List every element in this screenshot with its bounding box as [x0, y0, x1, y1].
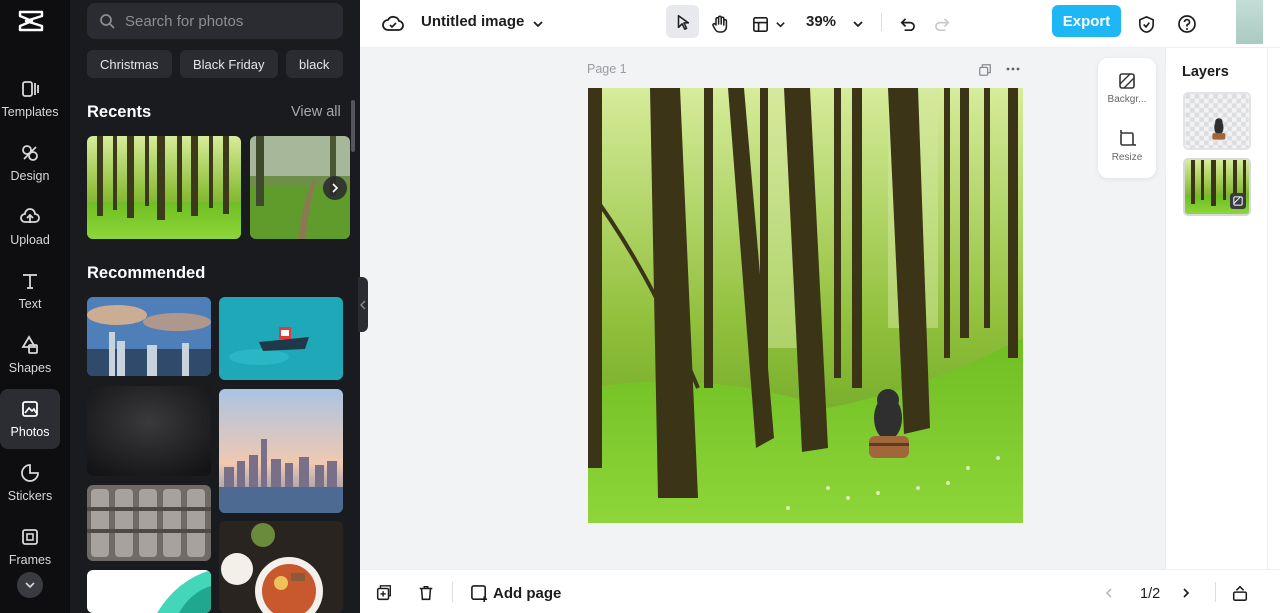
chevron-left-icon [360, 300, 366, 309]
rail-label-templates: Templates [1, 105, 59, 119]
duplicate-page-icon[interactable] [973, 58, 997, 82]
delete-page-icon[interactable] [415, 582, 437, 604]
rail-label-upload: Upload [10, 233, 50, 247]
layers-title: Layers [1182, 64, 1229, 80]
chip-black[interactable]: black [286, 50, 343, 78]
photo-dark-texture[interactable] [87, 386, 211, 476]
title-menu-chevron-icon[interactable] [526, 12, 550, 36]
recommended-title: Recommended [87, 264, 206, 282]
help-icon[interactable] [1175, 12, 1199, 36]
zoom-chevron-down-icon[interactable] [846, 12, 870, 36]
page-manager-icon[interactable] [1229, 582, 1251, 604]
avatar[interactable] [1236, 0, 1263, 44]
recent-photo-forest[interactable] [87, 136, 241, 239]
templates-icon [22, 81, 39, 97]
shield-icon[interactable] [1134, 12, 1158, 36]
canvas-image-forest[interactable] [588, 88, 1023, 523]
photo-boat-sea[interactable] [219, 297, 343, 380]
bottom-divider [452, 582, 453, 602]
text-icon [23, 274, 37, 289]
photo-teal-abstract[interactable] [87, 570, 211, 613]
design-icon [22, 145, 38, 161]
canvas-float-tools: Backgr... Resize [1098, 58, 1156, 178]
add-page-below-icon[interactable] [373, 582, 395, 604]
cloud-save-icon[interactable] [381, 12, 405, 36]
select-tool-button[interactable] [666, 5, 699, 38]
page-label: Page 1 [587, 62, 627, 76]
left-rail: Templates Design Upload Text Shapes Phot… [0, 0, 70, 613]
cursor-icon [677, 14, 689, 30]
background-icon [1119, 73, 1135, 89]
rail-label-frames: Frames [8, 553, 52, 567]
recents-title: Recents [87, 103, 152, 121]
panel-collapse-button[interactable] [358, 277, 368, 332]
resize-tool-label: Resize [1111, 152, 1143, 163]
rail-label-shapes: Shapes [8, 361, 52, 375]
rail-item-frames[interactable]: Frames [0, 517, 60, 577]
chip-christmas[interactable]: Christmas [87, 50, 172, 78]
rail-item-templates[interactable]: Templates [0, 69, 60, 129]
layers-panel: Layers [1165, 48, 1267, 569]
zoom-level[interactable]: 39% [806, 13, 836, 30]
capcut-logo[interactable] [17, 8, 45, 34]
layer-person-cutout[interactable] [1183, 92, 1251, 150]
recents-next-button[interactable] [323, 176, 347, 200]
layout-chevron-down-icon[interactable] [768, 12, 792, 36]
search-input[interactable]: Search for photos [87, 3, 343, 39]
export-button[interactable]: Export [1052, 5, 1121, 37]
more-options-icon[interactable] [1001, 57, 1025, 81]
frames-icon [22, 529, 38, 545]
panel-scrollbar[interactable] [351, 100, 355, 152]
hand-tool-icon[interactable] [708, 12, 732, 36]
background-tool-label: Backgr... [1107, 94, 1147, 105]
toolbar-divider [881, 13, 882, 31]
next-page-icon[interactable] [1175, 582, 1197, 604]
search-placeholder: Search for photos [125, 12, 244, 30]
right-edge-panel [1267, 48, 1280, 569]
photo-temple-carving[interactable] [87, 485, 211, 561]
view-all-link[interactable]: View all [291, 104, 341, 120]
photo-city-sunset[interactable] [87, 297, 211, 376]
rail-label-text: Text [18, 297, 42, 311]
bottom-toolbar: Add page 1/2 [360, 569, 1280, 613]
bottom-divider-right [1215, 582, 1216, 602]
undo-icon[interactable] [894, 12, 918, 36]
top-toolbar: Untitled image 39% Export [360, 0, 1280, 48]
shapes-icon [21, 335, 38, 354]
rail-item-shapes[interactable]: Shapes [0, 325, 60, 385]
redo-icon[interactable] [931, 12, 955, 36]
photos-icon [22, 401, 38, 417]
chip-black-friday[interactable]: Black Friday [180, 50, 278, 78]
rail-item-upload[interactable]: Upload [0, 197, 60, 257]
stickers-icon [21, 464, 39, 482]
photos-panel: Search for photos Christmas Black Friday… [70, 0, 360, 613]
rail-label-stickers: Stickers [7, 489, 53, 503]
background-layer-badge-icon [1230, 193, 1246, 209]
document-title[interactable]: Untitled image [421, 13, 524, 30]
search-icon [100, 14, 115, 29]
photo-city-skyline[interactable] [219, 389, 343, 513]
rail-label-design: Design [10, 169, 50, 183]
resize-icon [1120, 130, 1136, 146]
more-tools-button[interactable] [17, 572, 43, 598]
chevron-right-icon [332, 183, 339, 193]
resize-tool[interactable]: Resize [1098, 130, 1156, 163]
rail-item-photos[interactable]: Photos [0, 389, 60, 449]
add-page-icon[interactable] [468, 582, 490, 604]
page-counter: 1/2 [1140, 586, 1161, 602]
rail-item-design[interactable]: Design [0, 133, 60, 193]
upload-icon [20, 208, 40, 223]
rail-label-photos: Photos [10, 425, 50, 439]
add-page-button[interactable]: Add page [493, 585, 561, 602]
chevron-down-icon [25, 582, 35, 589]
previous-page-icon[interactable] [1098, 582, 1120, 604]
rail-item-stickers[interactable]: Stickers [0, 453, 60, 513]
background-tool[interactable]: Backgr... [1098, 72, 1156, 105]
rail-item-text[interactable]: Text [0, 261, 60, 321]
photo-ramen-food[interactable] [219, 521, 343, 613]
